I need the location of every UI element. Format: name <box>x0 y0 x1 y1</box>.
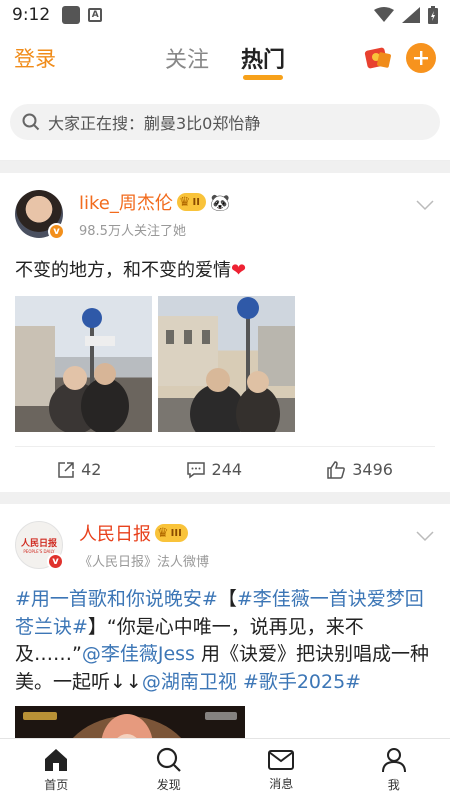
nav-profile[interactable]: 我 <box>338 739 450 800</box>
author-subtitle: 《人民日报》法人微博 <box>79 555 210 570</box>
badge-level: III <box>170 527 182 539</box>
home-icon <box>45 748 68 771</box>
feed-tabs: 关注 热门 <box>165 42 286 80</box>
photo-grid <box>15 296 435 432</box>
login-button[interactable]: 登录 <box>14 43 56 73</box>
verified-icon: v <box>47 553 64 570</box>
search-bar[interactable]: 大家正在搜：蒯曼3比0郑怡静 <box>10 104 440 140</box>
text-segment: 【 <box>217 588 237 610</box>
mention-link[interactable]: @湖南卫视 <box>142 671 237 693</box>
hashtag-link[interactable]: #用一首歌和你说晚安# <box>15 588 218 610</box>
repost-button[interactable]: 42 <box>57 460 101 479</box>
search-hint: 大家正在搜：蒯曼3比0郑怡静 <box>48 114 261 133</box>
mention-link[interactable]: @李佳薇Jess <box>82 643 195 665</box>
chevron-down-icon[interactable] <box>415 199 435 211</box>
share-icon <box>58 461 74 478</box>
notification-icon <box>62 6 81 24</box>
member-badge: ♛ III <box>155 524 188 542</box>
user-icon <box>381 747 406 772</box>
post-text: 不变的地方，和不变的爱情❤ <box>15 257 435 284</box>
comment-button[interactable]: 244 <box>186 460 243 479</box>
divider <box>0 161 450 173</box>
search-icon <box>156 747 181 772</box>
nav-discover-label: 发现 <box>156 777 181 792</box>
panda-icon: 🐼 <box>209 192 230 212</box>
battery-icon <box>428 6 438 24</box>
divider <box>0 492 450 504</box>
crown-icon: ♛ <box>178 194 191 210</box>
badge-level: II <box>192 196 200 208</box>
post-text: #用一首歌和你说晚安#【#李佳薇一首诀爱梦回苍兰诀#】“你是心中唯一，说再见，来… <box>15 586 435 696</box>
post-text-content: 不变的地方，和不变的爱情 <box>15 260 231 281</box>
heart-icon: ❤ <box>231 260 247 281</box>
status-time: 9:12 <box>12 5 51 25</box>
tab-hot-label: 热门 <box>241 48 286 73</box>
like-button[interactable]: 3496 <box>326 460 393 480</box>
avatar[interactable]: v <box>15 190 65 240</box>
photo-content <box>158 297 295 432</box>
mail-icon <box>268 749 295 770</box>
tab-hot[interactable]: 热门 <box>241 42 286 80</box>
plus-icon <box>414 51 428 65</box>
signal-icon <box>402 7 420 23</box>
status-bar: 9:12 A <box>0 0 450 30</box>
comment-icon <box>186 461 205 478</box>
search-icon <box>22 113 40 131</box>
app-notification-icon: A <box>88 8 103 22</box>
crown-icon: ♛ <box>157 525 169 541</box>
nav-messages-label: 消息 <box>269 776 294 791</box>
nav-profile-label: 我 <box>387 777 400 792</box>
compose-button[interactable] <box>406 43 436 73</box>
post-actions: 42 244 3496 <box>15 446 435 492</box>
nav-home-label: 首页 <box>44 777 69 792</box>
bottom-nav: 首页 发现 消息 我 <box>0 738 450 800</box>
author-subtitle: 98.5万人关注了她 <box>79 224 186 239</box>
wifi-icon <box>374 7 394 22</box>
verified-icon: v <box>48 223 65 240</box>
author-name[interactable]: like_周杰伦 <box>79 189 173 215</box>
repost-count: 42 <box>81 460 102 479</box>
hashtag-link[interactable]: #歌手2025# <box>243 671 361 693</box>
post-header: 人民日报 PEOPLE'S DAILY v 人民日报 ♛ III 《人民日报》法人… <box>15 520 435 570</box>
member-badge: ♛ II <box>176 193 206 211</box>
feed-post[interactable]: 人民日报 PEOPLE'S DAILY v 人民日报 ♛ III 《人民日报》法人… <box>0 504 450 767</box>
tab-active-indicator <box>243 75 284 80</box>
nav-home[interactable]: 首页 <box>0 739 113 800</box>
post-photo[interactable] <box>15 296 152 432</box>
chevron-down-icon[interactable] <box>415 530 435 542</box>
feed-post[interactable]: v like_周杰伦 ♛ II 🐼 98.5万人关注了她 不变的地方，和不变的爱情… <box>0 173 450 492</box>
avatar-logo-text: 人民日报 <box>20 539 57 549</box>
avatar[interactable]: 人民日报 PEOPLE'S DAILY v <box>15 521 64 570</box>
thumbs-up-icon <box>327 460 346 479</box>
post-header: v like_周杰伦 ♛ II 🐼 98.5万人关注了她 <box>15 189 435 240</box>
comment-count: 244 <box>211 460 243 479</box>
nav-messages[interactable]: 消息 <box>225 739 338 800</box>
author-name[interactable]: 人民日报 <box>79 520 151 546</box>
avatar-logo-sub: PEOPLE'S DAILY <box>23 549 55 554</box>
red-packet-icon[interactable] <box>364 45 392 71</box>
nav-discover[interactable]: 发现 <box>113 739 226 800</box>
tab-following[interactable]: 关注 <box>165 42 209 74</box>
post-photo[interactable] <box>158 296 295 432</box>
top-header: 登录 关注 热门 <box>0 30 450 86</box>
like-count: 3496 <box>352 460 393 479</box>
search-section: 大家正在搜：蒯曼3比0郑怡静 <box>0 86 450 161</box>
photo-content <box>15 308 129 432</box>
